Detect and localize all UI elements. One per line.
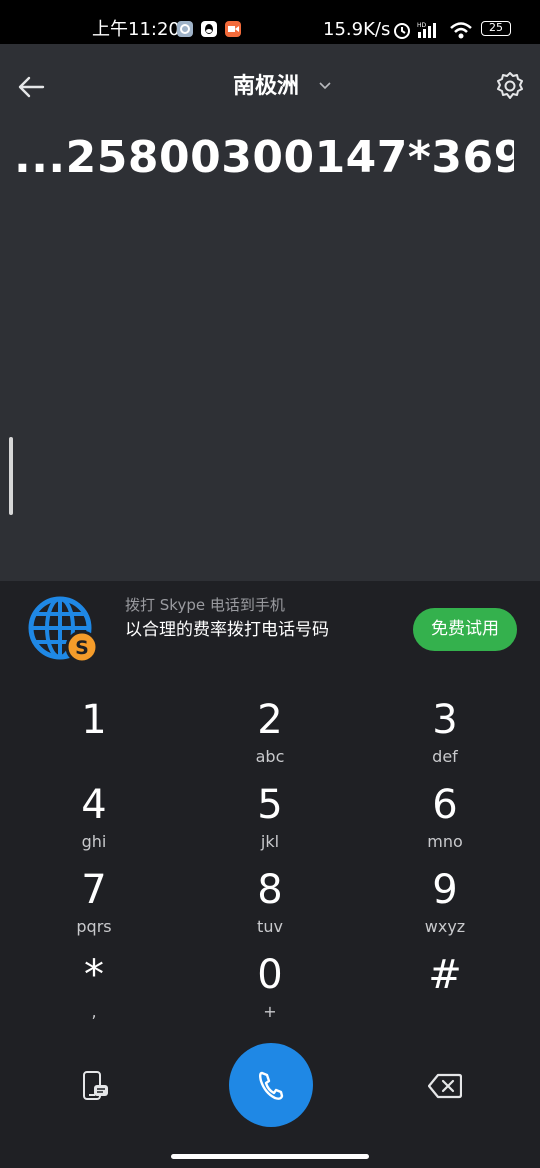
signal-icon: HD: [417, 22, 436, 38]
key-letters: ghi: [81, 832, 107, 851]
key-letters: jkl: [260, 832, 280, 851]
key-digit: 2: [257, 697, 283, 743]
key-0[interactable]: 0 +: [210, 953, 330, 1033]
battery-icon: 25: [481, 21, 511, 36]
sms-phone-icon[interactable]: [80, 1070, 112, 1102]
key-letters: tuv: [257, 917, 283, 936]
key-digit: 8: [257, 867, 283, 913]
key-digit: *: [84, 952, 104, 998]
qq-icon: [201, 21, 217, 37]
skype-globe-icon: S: [28, 596, 99, 664]
video-app-icon: [225, 21, 241, 37]
free-trial-button[interactable]: 免费试用: [413, 608, 517, 651]
key-7[interactable]: 7 pqrs: [34, 868, 154, 948]
back-arrow-icon[interactable]: [16, 72, 46, 102]
key-letters: wxyz: [424, 917, 466, 936]
phone-icon: [259, 1071, 284, 1100]
promo-subtitle: 以合理的费率拨打电话号码: [125, 620, 329, 640]
promo-title: 拨打 Skype 电话到手机: [125, 596, 285, 614]
key-5[interactable]: 5 jkl: [210, 783, 330, 863]
home-indicator[interactable]: [171, 1154, 369, 1159]
key-digit: #: [428, 952, 462, 998]
text-cursor: [9, 437, 13, 515]
key-9[interactable]: 9 wxyz: [385, 868, 505, 948]
key-6[interactable]: 6 mno: [385, 783, 505, 863]
svg-text:S: S: [75, 637, 89, 659]
key-8[interactable]: 8 tuv: [210, 868, 330, 948]
key-3[interactable]: 3 def: [385, 698, 505, 778]
country-title[interactable]: 南极洲: [233, 72, 299, 102]
battery-level: 25: [489, 21, 503, 34]
key-1[interactable]: 1: [34, 698, 154, 778]
key-letters: +: [263, 1002, 277, 1021]
key-2[interactable]: 2 abc: [210, 698, 330, 778]
key-star[interactable]: *,: [34, 953, 154, 1033]
status-time: 上午11:20: [92, 19, 180, 40]
key-4[interactable]: 4 ghi: [34, 783, 154, 863]
notification-app-icon: [177, 21, 193, 37]
network-speed: 15.9K/s: [323, 19, 391, 40]
key-letters: pqrs: [76, 917, 112, 936]
gear-icon[interactable]: [494, 70, 526, 102]
key-letters: abc: [255, 747, 285, 766]
key-digit: 5: [257, 782, 283, 828]
key-digit: 0: [257, 952, 283, 998]
dialed-number[interactable]: ...25800300147*369#20: [14, 130, 514, 186]
call-button[interactable]: [229, 1043, 313, 1127]
key-letters: mno: [427, 832, 463, 851]
backspace-icon[interactable]: [428, 1073, 462, 1099]
dialer-display-area: [0, 44, 540, 581]
key-digit: 9: [432, 867, 458, 913]
wifi-icon: [450, 22, 472, 39]
key-letters: ,: [91, 1002, 97, 1021]
status-bar: 上午11:20 15.9K/s HD 25: [0, 0, 540, 44]
key-hash[interactable]: #: [385, 953, 505, 1033]
key-digit: 3: [432, 697, 458, 743]
key-digit: 1: [81, 697, 107, 743]
key-letters: def: [432, 747, 458, 766]
key-digit: 6: [432, 782, 458, 828]
key-digit: 7: [81, 867, 107, 913]
chevron-down-icon[interactable]: [318, 79, 332, 93]
svg-text:HD: HD: [417, 22, 427, 29]
key-digit: 4: [81, 782, 107, 828]
alarm-icon: [394, 23, 410, 39]
